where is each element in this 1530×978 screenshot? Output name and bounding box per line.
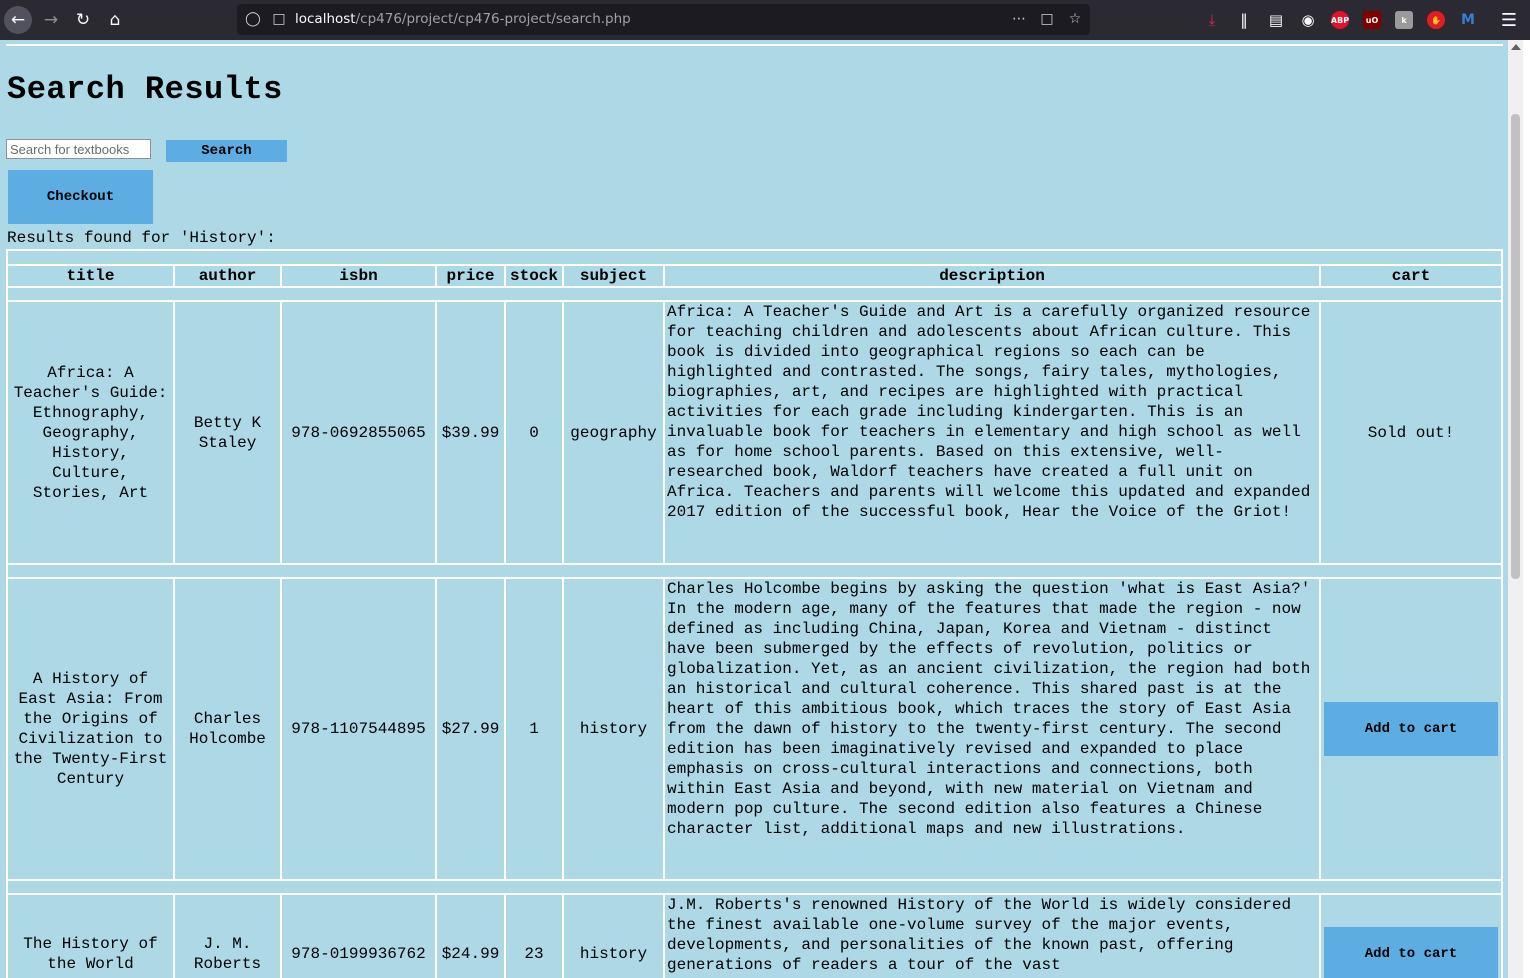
book-author: J. M. Roberts <box>174 894 281 978</box>
book-isbn: 978-0199936762 <box>281 894 436 978</box>
table-spacer-row <box>7 564 1502 578</box>
search-input[interactable] <box>6 139 151 159</box>
book-author: Charles Holcombe <box>174 578 281 880</box>
book-subject: history <box>563 578 664 880</box>
book-author: Betty K Staley <box>174 301 281 564</box>
header-price: price <box>436 265 505 287</box>
book-subject: history <box>563 894 664 978</box>
book-stock: 0 <box>505 301 563 564</box>
cart-cell: Add to cart <box>1320 578 1502 880</box>
extension-k-icon[interactable]: k <box>1395 11 1413 29</box>
horizontal-rule <box>6 44 1503 46</box>
vertical-scrollbar[interactable] <box>1508 40 1523 978</box>
table-header-row: title author isbn price stock subject de… <box>7 265 1502 287</box>
results-table: title author isbn price stock subject de… <box>6 249 1503 978</box>
table-row: Africa: A Teacher's Guide: Ethnography, … <box>7 301 1502 564</box>
header-stock: stock <box>505 265 563 287</box>
reload-icon[interactable]: ↻ <box>69 6 97 34</box>
table-row: The History of the World J. M. Roberts 9… <box>7 894 1502 978</box>
header-description: description <box>664 265 1320 287</box>
header-isbn: isbn <box>281 265 436 287</box>
book-title: The History of the World <box>7 894 174 978</box>
book-description: J.M. Roberts's renowned History of the W… <box>664 894 1320 978</box>
address-bar[interactable]: ◯ □ localhost/cp476/project/cp476-projec… <box>237 4 1090 35</box>
pocket-icon[interactable]: □ <box>1035 7 1059 31</box>
table-spacer-row <box>7 250 1502 265</box>
book-price: $27.99 <box>436 578 505 880</box>
header-title: title <box>7 265 174 287</box>
checkout-button[interactable]: Checkout <box>8 170 153 224</box>
account-icon[interactable]: ◉ <box>1296 8 1320 32</box>
more-actions-icon[interactable]: ⋯ <box>1007 7 1031 31</box>
table-row: A History of East Asia: From the Origins… <box>7 578 1502 880</box>
page-info-icon[interactable]: □ <box>267 7 291 31</box>
table-spacer-row <box>7 880 1502 894</box>
stop-hand-icon[interactable]: ✋ <box>1427 11 1445 29</box>
download-icon[interactable]: ⤓ <box>1200 8 1224 32</box>
extension-m-icon[interactable]: M <box>1459 11 1477 29</box>
forward-icon[interactable]: → <box>37 6 65 34</box>
add-to-cart-button[interactable]: Add to cart <box>1324 702 1498 756</box>
search-button[interactable]: Search <box>166 140 287 162</box>
page-content: Search Results Search Checkout Results f… <box>0 40 1508 978</box>
header-cart: cart <box>1320 265 1502 287</box>
table-spacer-row <box>7 287 1502 301</box>
home-icon[interactable]: ⌂ <box>101 6 129 34</box>
adblock-plus-icon[interactable]: ABP <box>1331 11 1349 29</box>
book-stock: 23 <box>505 894 563 978</box>
book-subject: geography <box>563 301 664 564</box>
book-title: A History of East Asia: From the Origins… <box>7 578 174 880</box>
book-price: $24.99 <box>436 894 505 978</box>
scroll-up-arrow-icon[interactable] <box>1511 44 1521 50</box>
page-title: Search Results <box>7 71 283 108</box>
cart-cell: Add to cart <box>1320 894 1502 978</box>
library-icon[interactable]: ‖ <box>1232 8 1256 32</box>
book-description: Charles Holcombe begins by asking the qu… <box>664 578 1320 880</box>
window-edge <box>1523 40 1530 978</box>
book-isbn: 978-1107544895 <box>281 578 436 880</box>
book-stock: 1 <box>505 578 563 880</box>
add-to-cart-button[interactable]: Add to cart <box>1324 927 1498 978</box>
scrollbar-thumb[interactable] <box>1511 114 1520 579</box>
url-text[interactable]: localhost/cp476/project/cp476-project/se… <box>295 11 631 27</box>
sidebar-icon[interactable]: ▤ <box>1264 8 1288 32</box>
bookmark-star-icon[interactable]: ☆ <box>1063 7 1087 31</box>
sold-out-label: Sold out! <box>1320 301 1502 564</box>
browser-toolbar: ← → ↻ ⌂ ◯ □ localhost/cp476/project/cp47… <box>0 0 1530 40</box>
results-label: Results found for 'History': <box>7 229 276 247</box>
url-path: /cp476/project/cp476-project/search.php <box>355 11 631 27</box>
url-host: localhost <box>295 11 356 27</box>
shield-icon[interactable]: ◯ <box>241 7 265 31</box>
book-title: Africa: A Teacher's Guide: Ethnography, … <box>7 301 174 564</box>
book-price: $39.99 <box>436 301 505 564</box>
header-author: author <box>174 265 281 287</box>
book-isbn: 978-0692855065 <box>281 301 436 564</box>
back-icon[interactable]: ← <box>4 6 32 34</box>
ublock-icon[interactable]: uO <box>1363 11 1381 29</box>
header-subject: subject <box>563 265 664 287</box>
menu-icon[interactable]: ☰ <box>1497 8 1521 32</box>
book-description: Africa: A Teacher's Guide and Art is a c… <box>664 301 1320 564</box>
